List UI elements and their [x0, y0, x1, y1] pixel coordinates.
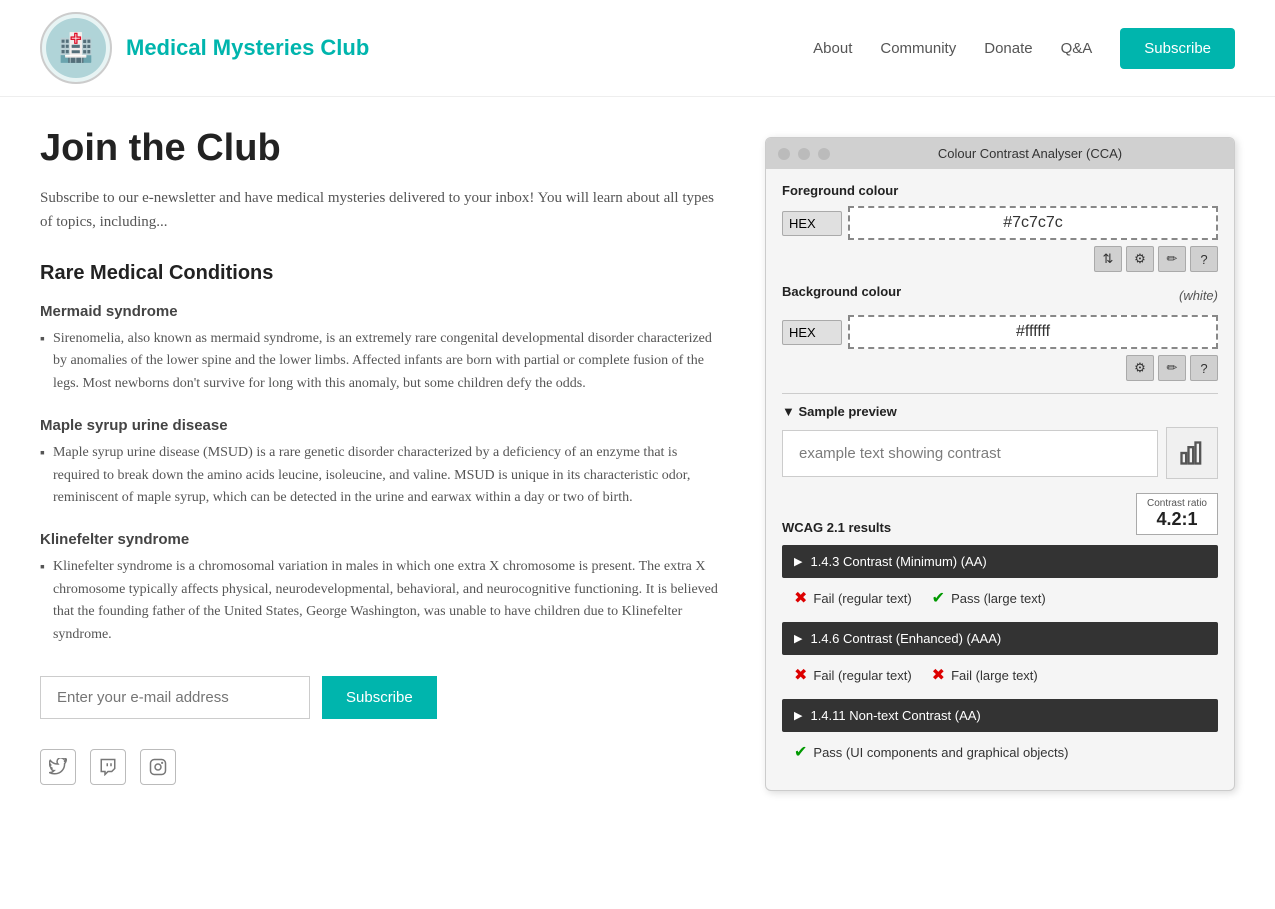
- condition-body-3: Klinefelter syndrome is a chromosomal va…: [40, 556, 725, 646]
- condition-title-1: Mermaid syndrome: [40, 303, 725, 320]
- bg-adjust-tool[interactable]: ⚙: [1126, 355, 1154, 381]
- site-header: 🏥 Medical Mysteries Club About Community…: [0, 0, 1275, 97]
- page-intro: Subscribe to our e-newsletter and have m…: [40, 186, 725, 234]
- fg-row: HEX RGB HSL: [782, 206, 1218, 240]
- wcag-title: WCAG 2.1 results: [782, 520, 891, 535]
- wcag-1411-pass-label: Pass (UI components and graphical object…: [813, 745, 1068, 760]
- wcag-143-detail: ✖ Fail (regular text) ✔ Pass (large text…: [782, 580, 1218, 616]
- fg-label: Foreground colour: [782, 183, 1218, 198]
- bg-tools-row: ⚙ ✏ ?: [782, 355, 1218, 381]
- wcag-146-large-label: Fail (large text): [951, 668, 1038, 683]
- condition-title-2: Maple syrup urine disease: [40, 417, 725, 434]
- wcag-1411-pass: ✔ Pass (UI components and graphical obje…: [794, 742, 1068, 762]
- nav-donate[interactable]: Donate: [984, 40, 1032, 57]
- fail-icon-1: ✖: [794, 588, 807, 608]
- condition-body-1: Sirenomelia, also known as mermaid syndr…: [40, 328, 725, 395]
- wcag-143-large-label: Pass (large text): [951, 591, 1046, 606]
- nav-qa[interactable]: Q&A: [1061, 40, 1093, 57]
- sample-row: example text showing contrast: [782, 427, 1218, 479]
- fg-sort-tool[interactable]: ⇅: [1094, 246, 1122, 272]
- condition-title-3: Klinefelter syndrome: [40, 531, 725, 548]
- social-icons-row: [40, 749, 725, 785]
- wcag-146-regular-label: Fail (regular text): [813, 668, 911, 683]
- cca-titlebar: Colour Contrast Analyser (CCA): [766, 138, 1234, 169]
- header-brand: 🏥 Medical Mysteries Club: [40, 12, 369, 84]
- pass-icon-1: ✔: [932, 588, 945, 608]
- bg-hex-input[interactable]: [848, 315, 1218, 349]
- instagram-icon[interactable]: [140, 749, 176, 785]
- wcag-1411-label: 1.4.11 Non-text Contrast (AA): [810, 708, 980, 723]
- wcag-143-large: ✔ Pass (large text): [932, 588, 1046, 608]
- nav-community[interactable]: Community: [880, 40, 956, 57]
- section-heading: Rare Medical Conditions: [40, 262, 725, 285]
- wcag-146-label: 1.4.6 Contrast (Enhanced) (AAA): [810, 631, 1001, 646]
- fail-icon-3: ✖: [932, 665, 945, 685]
- condition-mermaid: Mermaid syndrome Sirenomelia, also known…: [40, 303, 725, 395]
- cca-dot-1: [778, 148, 790, 160]
- cca-divider-1: [782, 393, 1218, 394]
- wcag-header: WCAG 2.1 results Contrast ratio 4.2:1: [782, 493, 1218, 535]
- condition-maple: Maple syrup urine disease Maple syrup ur…: [40, 417, 725, 509]
- fg-tools-row: ⇅ ⚙ ✏ ?: [782, 246, 1218, 272]
- wcag-143-regular: ✖ Fail (regular text): [794, 588, 912, 608]
- cca-title: Colour Contrast Analyser (CCA): [838, 146, 1222, 161]
- pass-icon-2: ✔: [794, 742, 807, 762]
- wcag-146-regular: ✖ Fail (regular text): [794, 665, 912, 685]
- bg-help-tool[interactable]: ?: [1190, 355, 1218, 381]
- bg-header-row: Background colour (white): [782, 284, 1218, 307]
- logo-icon: 🏥: [46, 18, 106, 78]
- condition-klinefelter: Klinefelter syndrome Klinefelter syndrom…: [40, 531, 725, 646]
- email-input[interactable]: [40, 676, 310, 719]
- content-column: Join the Club Subscribe to our e-newslet…: [40, 127, 725, 785]
- header-subscribe-button[interactable]: Subscribe: [1120, 28, 1235, 69]
- bg-note: (white): [1179, 288, 1218, 303]
- site-title: Medical Mysteries Club: [126, 35, 369, 61]
- wcag-143-label: 1.4.3 Contrast (Minimum) (AA): [810, 554, 986, 569]
- twitch-icon[interactable]: [90, 749, 126, 785]
- wcag-146-large: ✖ Fail (large text): [932, 665, 1038, 685]
- main-nav: About Community Donate Q&A Subscribe: [813, 28, 1235, 69]
- fg-adjust-tool[interactable]: ⚙: [1126, 246, 1154, 272]
- condition-body-2: Maple syrup urine disease (MSUD) is a ra…: [40, 442, 725, 509]
- wcag-1411-detail: ✔ Pass (UI components and graphical obje…: [782, 734, 1218, 770]
- wcag-146-row[interactable]: ▶ 1.4.6 Contrast (Enhanced) (AAA): [782, 622, 1218, 655]
- wcag-146-arrow: ▶: [794, 632, 802, 645]
- fg-format-select[interactable]: HEX RGB HSL: [782, 211, 842, 236]
- cca-panel: Colour Contrast Analyser (CCA) Foregroun…: [765, 137, 1235, 791]
- wcag-143-row[interactable]: ▶ 1.4.3 Contrast (Minimum) (AA): [782, 545, 1218, 578]
- bg-row: HEX RGB HSL: [782, 315, 1218, 349]
- email-subscribe-row: Subscribe: [40, 676, 725, 719]
- fg-eyedropper-tool[interactable]: ✏: [1158, 246, 1186, 272]
- fail-icon-2: ✖: [794, 665, 807, 685]
- sample-text-box: example text showing contrast: [782, 430, 1158, 477]
- twitter-icon[interactable]: [40, 749, 76, 785]
- cca-dot-3: [818, 148, 830, 160]
- page-title: Join the Club: [40, 127, 725, 170]
- contrast-ratio-label: Contrast ratio: [1147, 498, 1207, 509]
- contrast-ratio-value: 4.2:1: [1147, 509, 1207, 530]
- nav-about[interactable]: About: [813, 40, 852, 57]
- cca-body: Foreground colour HEX RGB HSL ⇅ ⚙ ✏ ? Ba…: [766, 169, 1234, 790]
- fg-hex-input[interactable]: [848, 206, 1218, 240]
- wcag-143-arrow: ▶: [794, 555, 802, 568]
- sample-preview-label: ▼ Sample preview: [782, 404, 1218, 419]
- site-logo: 🏥: [40, 12, 112, 84]
- sample-preview-section: ▼ Sample preview example text showing co…: [782, 404, 1218, 479]
- fg-help-tool[interactable]: ?: [1190, 246, 1218, 272]
- subscribe-button[interactable]: Subscribe: [322, 676, 437, 719]
- bg-eyedropper-tool[interactable]: ✏: [1158, 355, 1186, 381]
- wcag-1411-arrow: ▶: [794, 709, 802, 722]
- wcag-146-detail: ✖ Fail (regular text) ✖ Fail (large text…: [782, 657, 1218, 693]
- wcag-143-regular-label: Fail (regular text): [813, 591, 911, 606]
- wcag-1411-row[interactable]: ▶ 1.4.11 Non-text Contrast (AA): [782, 699, 1218, 732]
- cca-dot-2: [798, 148, 810, 160]
- bg-format-select[interactable]: HEX RGB HSL: [782, 320, 842, 345]
- contrast-ratio-box: Contrast ratio 4.2:1: [1136, 493, 1218, 535]
- bg-label: Background colour: [782, 284, 901, 299]
- chart-view-button[interactable]: [1166, 427, 1218, 479]
- main-layout: Join the Club Subscribe to our e-newslet…: [0, 97, 1275, 821]
